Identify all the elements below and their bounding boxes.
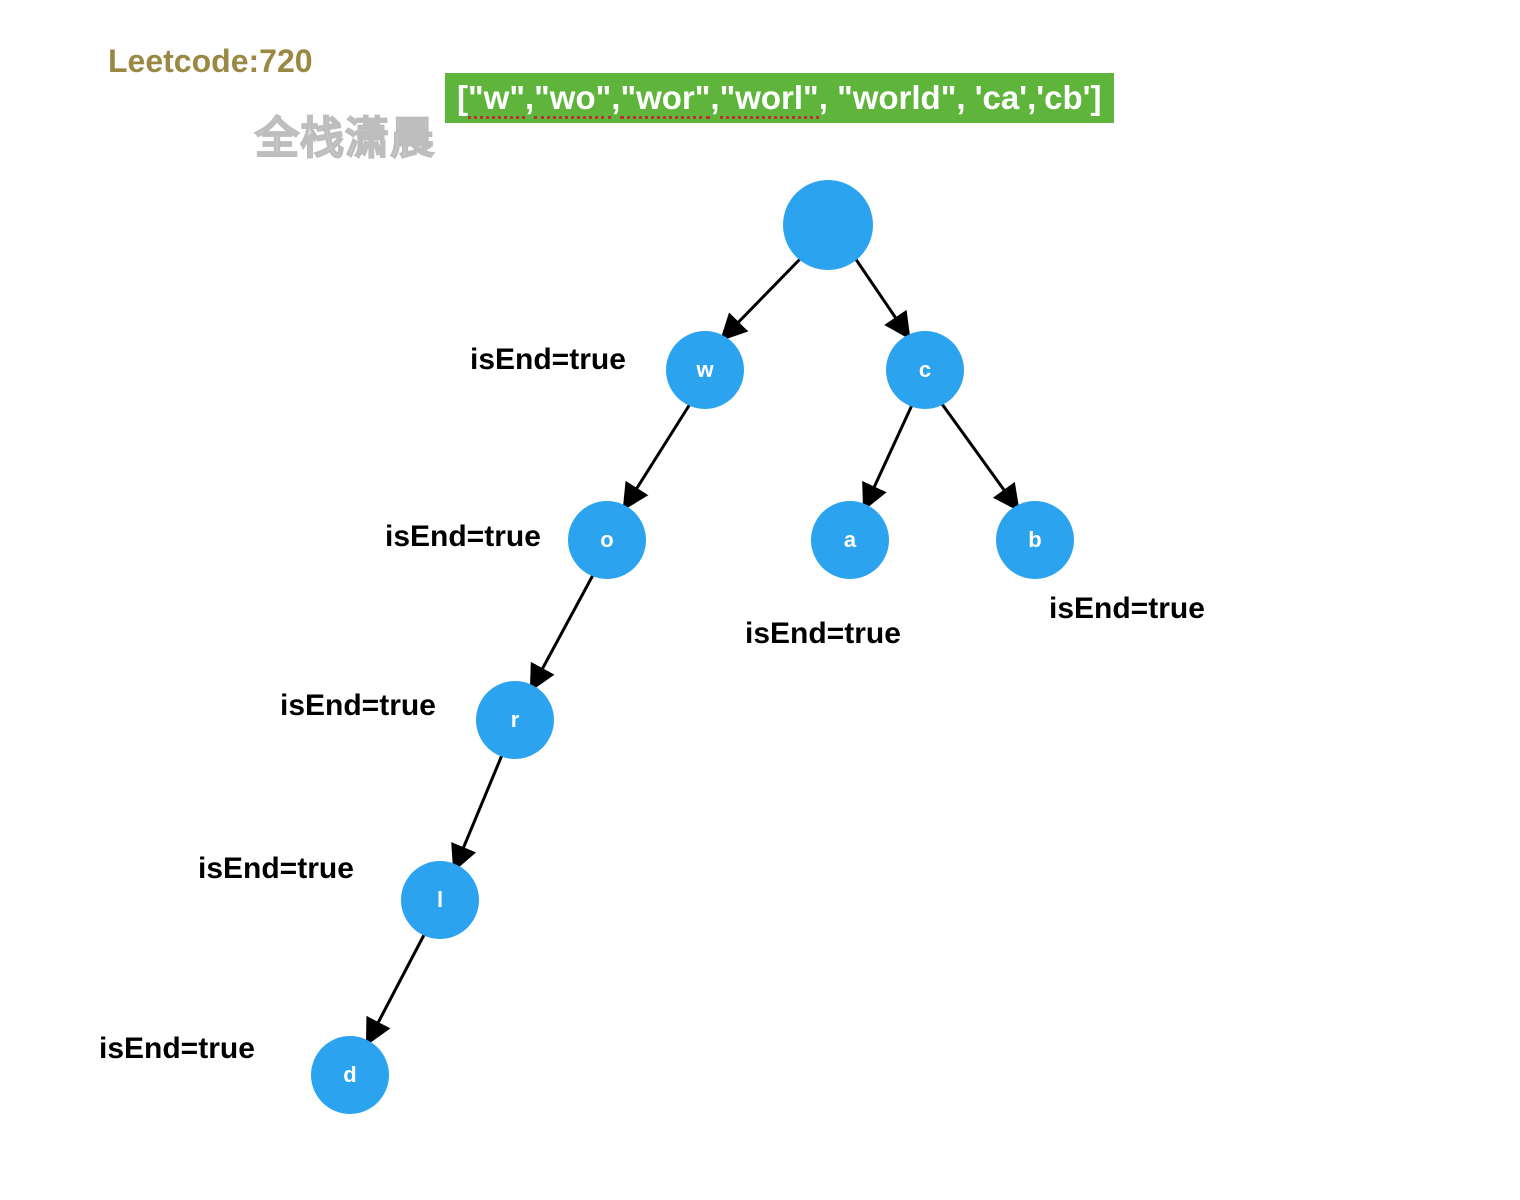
isend-label-r: isEnd=true: [280, 689, 436, 723]
isend-label-d: isEnd=true: [99, 1032, 255, 1066]
isend-label-w: isEnd=true: [470, 343, 626, 377]
trie-node-d: d: [311, 1036, 389, 1114]
isend-label-a: isEnd=true: [745, 617, 901, 651]
banner-item-6: 'cb': [1036, 79, 1090, 116]
trie-node-r: r: [476, 681, 554, 759]
banner-item-2: "wor": [620, 79, 710, 119]
banner-item-0: "w": [468, 79, 525, 119]
trie-node-root: [783, 180, 873, 270]
tree-edges: [0, 0, 1520, 1200]
banner-item-1: "wo": [534, 79, 611, 119]
isend-label-o: isEnd=true: [385, 520, 541, 554]
trie-node-a: a: [811, 501, 889, 579]
trie-node-w: w: [666, 331, 744, 409]
banner-item-4: "world": [837, 79, 956, 116]
banner-prefix: [: [457, 79, 468, 116]
banner-suffix: ]: [1091, 79, 1102, 116]
trie-node-b: b: [996, 501, 1074, 579]
banner-item-5: 'ca': [975, 79, 1027, 116]
isend-label-l: isEnd=true: [198, 852, 354, 886]
page-title: Leetcode:720: [108, 43, 313, 80]
input-array-banner: ["w","wo","wor","worl", "world", 'ca','c…: [445, 73, 1114, 123]
trie-node-c: c: [886, 331, 964, 409]
trie-node-o: o: [568, 501, 646, 579]
trie-node-l: l: [401, 861, 479, 939]
isend-label-b: isEnd=true: [1049, 592, 1205, 626]
banner-item-3: "worl": [720, 79, 819, 119]
watermark-text: 全栈潇晨: [255, 102, 435, 166]
